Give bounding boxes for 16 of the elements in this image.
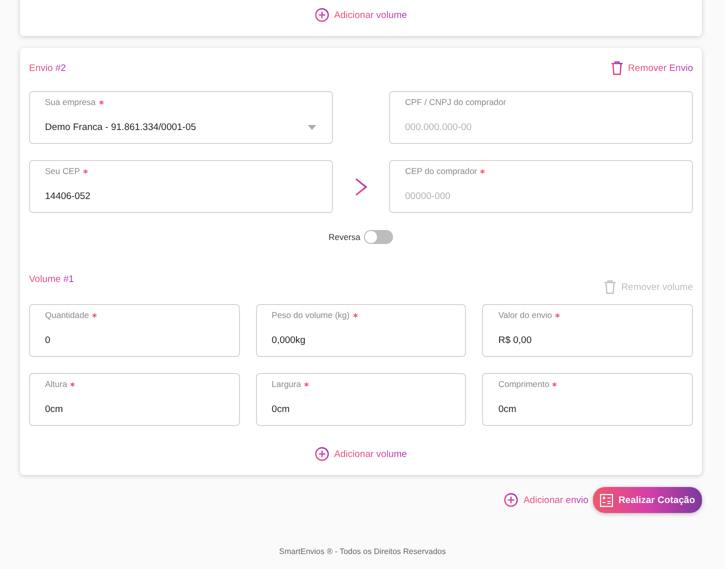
trash-icon (604, 280, 616, 294)
calculator-icon (600, 494, 614, 506)
volume-title: Volume #1 (29, 274, 74, 285)
company-select[interactable]: Sua empresa Demo Franca - 91.861.334/0001-05 (29, 91, 333, 144)
footer-text: SmartEnvios ® - Todos os Direitos Reservados (278, 547, 447, 556)
chevron-right-icon (355, 178, 367, 196)
reverse-toggle[interactable] (364, 230, 394, 244)
shipment-title: Envio #2 (29, 62, 66, 74)
add-icon (315, 8, 330, 22)
quote-button[interactable]: Realizar Cotação (593, 487, 702, 513)
add-icon (315, 447, 330, 461)
toggle-label: Reversa (328, 232, 360, 242)
add-icon (504, 493, 518, 507)
caret-icon (308, 125, 316, 130)
input-field[interactable]: Seu CEP 14406-052 (29, 160, 333, 213)
trash-icon (611, 61, 624, 75)
